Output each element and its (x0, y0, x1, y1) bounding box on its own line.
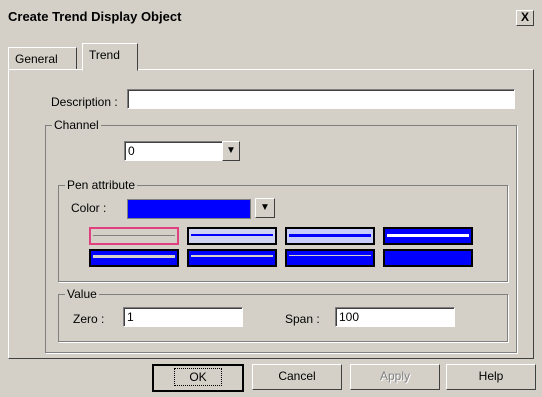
line-style-swatch[interactable] (187, 227, 277, 245)
tab-trend-label: Trend (89, 48, 120, 62)
tab-trend[interactable]: Trend (82, 43, 138, 71)
tab-general[interactable]: General (8, 47, 77, 70)
line-style-swatch[interactable] (187, 249, 277, 267)
channel-dropdown[interactable]: 0 ▼ (124, 141, 240, 161)
chevron-down-icon[interactable]: ▼ (222, 141, 240, 161)
span-input[interactable] (335, 307, 455, 327)
line-style-swatch[interactable] (383, 227, 473, 245)
help-button[interactable]: Help (446, 364, 536, 390)
span-label: Span : (285, 312, 320, 326)
dialog-title: Create Trend Display Object (8, 9, 182, 24)
chevron-down-icon: ▼ (260, 202, 270, 213)
channel-dropdown-value: 0 (128, 144, 135, 158)
apply-button[interactable]: Apply (350, 364, 440, 390)
color-dropdown-button[interactable]: ▼ (255, 198, 275, 218)
line-style-swatch[interactable] (285, 227, 375, 245)
ok-label: OK (174, 368, 222, 386)
title-bar: Create Trend Display Object X (0, 0, 542, 34)
zero-label: Zero : (73, 312, 105, 326)
close-button[interactable]: X (516, 10, 534, 26)
ok-button[interactable]: OK (152, 364, 244, 392)
line-style-swatch[interactable] (383, 249, 473, 267)
pen-attribute-label: Pen attribute (65, 178, 138, 192)
cancel-label: Cancel (278, 369, 316, 383)
color-label: Color : (71, 201, 107, 215)
description-input[interactable] (127, 89, 515, 109)
line-style-swatch[interactable] (89, 227, 179, 245)
value-group: Value Zero : Span : (58, 287, 508, 342)
channel-group-label: Channel (52, 118, 101, 132)
line-style-swatch[interactable] (89, 249, 179, 267)
color-selector[interactable] (127, 199, 251, 219)
create-trend-dialog: Create Trend Display Object X General Tr… (0, 0, 542, 397)
cancel-button[interactable]: Cancel (252, 364, 342, 390)
pen-attribute-group: Pen attribute Color : ▼ (58, 178, 508, 282)
close-icon: X (520, 10, 529, 24)
value-group-label: Value (65, 287, 99, 301)
trend-tab-panel: Description : Channel 0 ▼ Pen attribute … (8, 69, 534, 359)
help-label: Help (478, 369, 504, 383)
channel-group: Channel 0 ▼ Pen attribute Color : ▼ Valu… (45, 118, 517, 353)
zero-input[interactable] (123, 307, 243, 327)
line-style-swatch[interactable] (285, 249, 375, 267)
description-label: Description : (51, 95, 118, 109)
apply-label: Apply (379, 369, 411, 383)
tab-general-label: General (15, 52, 58, 66)
